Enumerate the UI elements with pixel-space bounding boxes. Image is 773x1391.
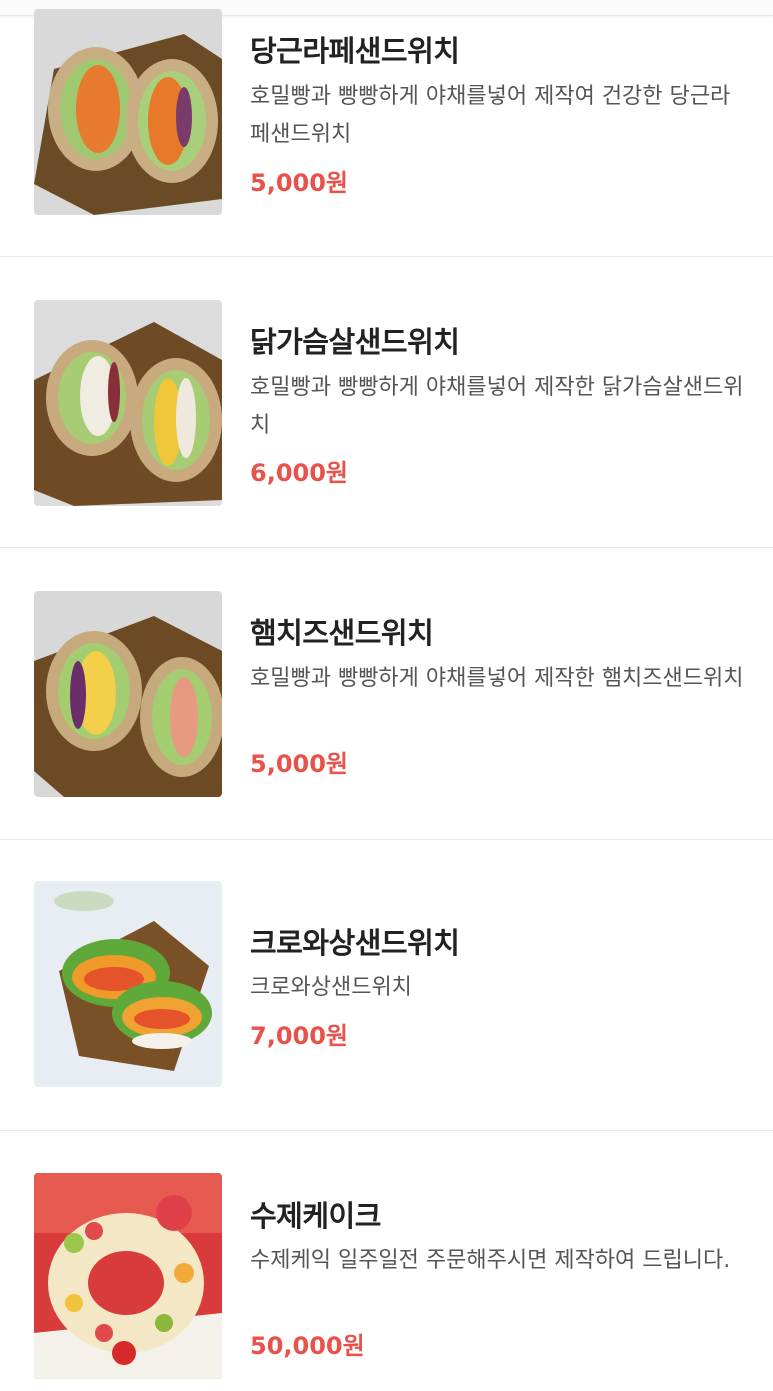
ham-cheese-sandwich-photo [34, 591, 222, 797]
menu-item-handmade-cake[interactable]: 수제케이크 수제케익 일주일전 주문해주시면 제작하여 드립니다. 50,000… [0, 1131, 773, 1391]
menu-item-carrot-sandwich[interactable]: 당근라페샌드위치 호밀빵과 빵빵하게 야채를넣어 제작여 건강한 당근라페샌드위… [0, 0, 773, 257]
item-price: 7,000원 [250, 1022, 348, 1050]
menu-item-ham-cheese-sandwich[interactable]: 햄치즈샌드위치 호밀빵과 빵빵하게 야채를넣어 제작한 햄치즈샌드위치 5,00… [0, 548, 773, 840]
menu-item-croissant-sandwich[interactable]: 크로와상샌드위치 크로와상샌드위치 7,000원 [0, 840, 773, 1131]
item-description: 호밀빵과 빵빵하게 야채를넣어 제작한 닭가슴살샌드위치 [250, 375, 744, 438]
item-description: 크로와상샌드위치 [250, 975, 412, 1000]
item-price: 6,000원 [250, 459, 348, 487]
item-name: 햄치즈샌드위치 [250, 616, 434, 650]
item-description: 호밀빵과 빵빵하게 야채를넣어 제작한 햄치즈샌드위치 [250, 666, 744, 691]
item-name: 닭가슴살샌드위치 [250, 325, 460, 359]
carrot-sandwich-photo [34, 9, 222, 215]
item-name: 크로와상샌드위치 [250, 926, 460, 960]
item-price: 50,000원 [250, 1332, 365, 1360]
chicken-sandwich-photo [34, 300, 222, 506]
menu-item-chicken-sandwich[interactable]: 닭가슴살샌드위치 호밀빵과 빵빵하게 야채를넣어 제작한 닭가슴살샌드위치 6,… [0, 257, 773, 548]
item-price: 5,000원 [250, 750, 348, 778]
item-description: 호밀빵과 빵빵하게 야채를넣어 제작여 건강한 당근라페샌드위치 [250, 84, 731, 147]
croissant-sandwich-photo [34, 881, 222, 1087]
item-description: 수제케익 일주일전 주문해주시면 제작하여 드립니다. [250, 1248, 731, 1273]
item-name: 당근라페샌드위치 [250, 34, 460, 68]
item-price: 5,000원 [250, 169, 348, 197]
handmade-cake-photo [34, 1173, 222, 1379]
item-name: 수제케이크 [250, 1199, 381, 1233]
